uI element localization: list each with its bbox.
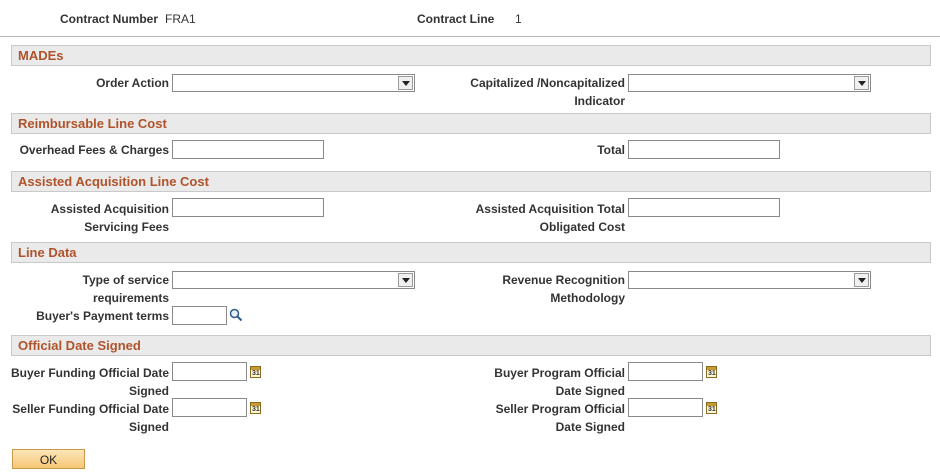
section-line-data-header: Line Data <box>11 242 931 263</box>
buyer-program-date-input[interactable] <box>628 362 703 381</box>
payment-terms-label: Buyer's Payment terms <box>36 309 169 323</box>
contract-line-label: Contract Line <box>417 12 495 26</box>
revenue-recognition-label: Revenue Recognition Methodology <box>440 271 625 307</box>
order-action-select[interactable] <box>172 74 415 92</box>
buyer-funding-date-label: Buyer Funding Official Date Signed <box>0 364 169 400</box>
contract-number-label: Contract Number <box>60 12 159 26</box>
buyer-program-date-label-line2: Date Signed <box>555 384 625 398</box>
obligated-cost-label-line1: Assisted Acquisition Total <box>475 202 625 216</box>
calendar-glyph: 31 <box>252 370 260 377</box>
capitalized-label-line1: Capitalized /Noncapitalized <box>470 76 625 90</box>
contract-line-value: 1 <box>515 12 522 26</box>
calendar-icon[interactable]: 31 <box>250 366 261 378</box>
total-label: Total <box>597 143 625 157</box>
service-requirements-select[interactable] <box>172 271 415 289</box>
calendar-icon[interactable]: 31 <box>250 402 261 414</box>
lookup-icon[interactable] <box>229 308 243 322</box>
seller-funding-date-label-line2: Signed <box>128 420 169 434</box>
seller-funding-date-label: Seller Funding Official Date Signed <box>0 400 169 436</box>
section-reimbursable-header: Reimbursable Line Cost <box>11 113 931 134</box>
ok-button[interactable]: OK <box>12 449 85 469</box>
overhead-fees-label: Overhead Fees & Charges <box>19 143 169 157</box>
seller-funding-date-label-line1: Seller Funding Official Date <box>12 402 169 416</box>
service-requirements-label: Type of service requirements <box>10 271 169 307</box>
calendar-glyph: 31 <box>708 406 716 413</box>
obligated-cost-label-line2: Obligated Cost <box>539 220 625 234</box>
servicing-fees-label: Assisted Acquisition Servicing Fees <box>10 200 169 236</box>
section-assisted-header: Assisted Acquisition Line Cost <box>11 171 931 192</box>
buyer-program-date-label: Buyer Program Official Date Signed <box>440 364 625 400</box>
obligated-cost-input[interactable] <box>628 198 780 217</box>
calendar-icon[interactable]: 31 <box>706 366 717 378</box>
chevron-down-icon[interactable] <box>854 273 869 287</box>
buyer-funding-date-input[interactable] <box>172 362 247 381</box>
order-action-label: Order Action <box>96 76 169 90</box>
capitalized-label-line2: Indicator <box>574 94 625 108</box>
total-input[interactable] <box>628 140 780 159</box>
header-divider <box>0 36 940 37</box>
calendar-glyph: 31 <box>708 370 716 377</box>
servicing-fees-input[interactable] <box>172 198 324 217</box>
calendar-icon[interactable]: 31 <box>706 402 717 414</box>
service-requirements-label-line2: requirements <box>92 291 169 305</box>
seller-program-date-label-line1: Seller Program Official <box>495 402 625 416</box>
chevron-down-icon[interactable] <box>854 76 869 90</box>
buyer-program-date-label-line1: Buyer Program Official <box>494 366 625 380</box>
chevron-down-icon[interactable] <box>398 273 413 287</box>
seller-program-date-label-line2: Date Signed <box>555 420 625 434</box>
revenue-recognition-select[interactable] <box>628 271 871 289</box>
revenue-recognition-label-line1: Revenue Recognition <box>502 273 625 287</box>
servicing-fees-label-line1: Assisted Acquisition <box>50 202 169 216</box>
service-requirements-label-line1: Type of service <box>82 273 169 287</box>
overhead-fees-input[interactable] <box>172 140 324 159</box>
section-date-signed-header: Official Date Signed <box>11 335 931 356</box>
servicing-fees-label-line2: Servicing Fees <box>84 220 169 234</box>
chevron-down-icon[interactable] <box>398 76 413 90</box>
revenue-recognition-label-line2: Methodology <box>550 291 625 305</box>
buyer-funding-date-label-line1: Buyer Funding Official Date <box>10 366 169 380</box>
seller-program-date-input[interactable] <box>628 398 703 417</box>
buyer-funding-date-label-line2: Signed <box>128 384 169 398</box>
section-mades-header: MADEs <box>11 45 931 66</box>
capitalized-indicator-select[interactable] <box>628 74 871 92</box>
seller-funding-date-input[interactable] <box>172 398 247 417</box>
payment-terms-input[interactable] <box>172 306 227 325</box>
capitalized-label: Capitalized /Noncapitalized Indicator <box>440 74 625 110</box>
contract-number-value: FRA1 <box>165 12 196 26</box>
calendar-glyph: 31 <box>252 406 260 413</box>
seller-program-date-label: Seller Program Official Date Signed <box>440 400 625 436</box>
obligated-cost-label: Assisted Acquisition Total Obligated Cos… <box>440 200 625 236</box>
